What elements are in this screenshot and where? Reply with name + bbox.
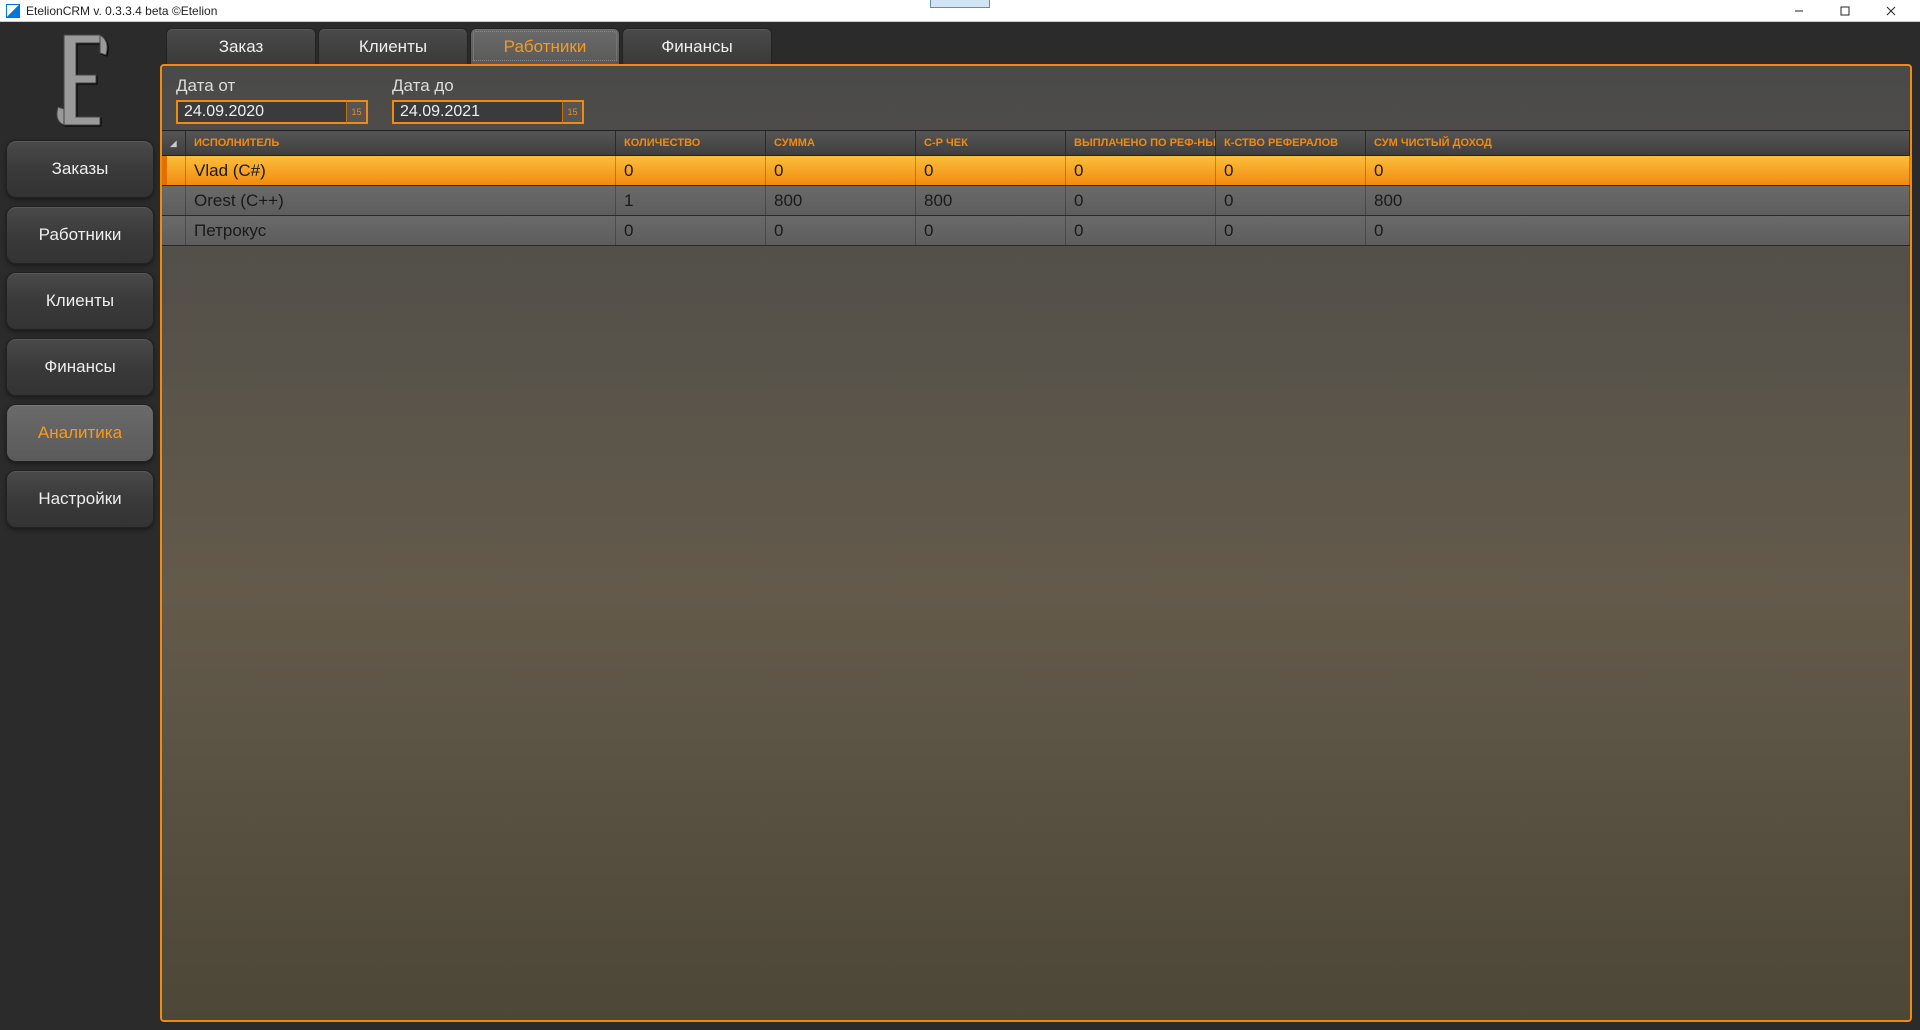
sidebar-item-analytics[interactable]: Аналитика: [6, 404, 154, 462]
cell-ref-count: 0: [1216, 156, 1366, 185]
row-expander: [162, 186, 186, 215]
maximize-button[interactable]: [1822, 0, 1868, 22]
cell-avg-check: 0: [916, 156, 1066, 185]
sidebar-item-label: Клиенты: [46, 291, 114, 311]
sidebar-item-label: Работники: [39, 225, 122, 245]
data-grid: ◢ ИСПОЛНИТЕЛЬ КОЛИЧЕСТВО СУММА С-Р ЧЕК В…: [162, 130, 1910, 1020]
date-filter-row: Дата от 15 Дата до 15: [162, 66, 1910, 130]
cell-net-income: 800: [1366, 186, 1910, 215]
col-performer[interactable]: ИСПОЛНИТЕЛЬ: [186, 131, 616, 155]
cell-paid-ref: 0: [1066, 156, 1216, 185]
table-row[interactable]: Orest (C++)180080000800: [162, 186, 1910, 216]
table-row[interactable]: Vlad (C#)000000: [162, 156, 1910, 186]
col-avg-check[interactable]: С-Р ЧЕК: [916, 131, 1066, 155]
tab-clients[interactable]: Клиенты: [318, 28, 468, 64]
col-paid-ref[interactable]: ВЫПЛАЧЕНО ПО РЕФ-НЫХ: [1066, 131, 1216, 155]
tab-label: Заказ: [219, 37, 264, 57]
calendar-day-badge: 15: [567, 107, 577, 117]
date-from-calendar-icon[interactable]: 15: [346, 100, 368, 124]
sidebar-item-workers[interactable]: Работники: [6, 206, 154, 264]
tab-workers[interactable]: Работники: [470, 28, 620, 64]
col-ref-count[interactable]: К-СТВО РЕФЕРАЛОВ: [1216, 131, 1366, 155]
cell-paid-ref: 0: [1066, 216, 1216, 245]
window-title: EtelionCRM v. 0.3.3.4 beta ©Etelion: [26, 4, 217, 18]
row-expander: [162, 216, 186, 245]
sidebar-item-finance[interactable]: Финансы: [6, 338, 154, 396]
tabstrip: Заказ Клиенты Работники Финансы: [160, 28, 1912, 64]
cell-avg-check: 800: [916, 186, 1066, 215]
cell-paid-ref: 0: [1066, 186, 1216, 215]
date-from-input[interactable]: [176, 100, 346, 124]
tab-label: Работники: [504, 37, 587, 57]
col-sum[interactable]: СУММА: [766, 131, 916, 155]
cell-sum: 800: [766, 186, 916, 215]
table-row[interactable]: Петрокус000000: [162, 216, 1910, 246]
cell-sum: 0: [766, 216, 916, 245]
calendar-day-badge: 15: [351, 107, 361, 117]
date-to-group: Дата до 15: [392, 76, 584, 124]
close-button[interactable]: [1868, 0, 1914, 22]
tab-label: Клиенты: [359, 37, 427, 57]
table-body: Vlad (C#)000000Orest (C++)180080000800Пе…: [162, 156, 1910, 246]
col-net-income[interactable]: СУМ ЧИСТЫЙ ДОХОД: [1366, 131, 1910, 155]
window-titlebar: EtelionCRM v. 0.3.3.4 beta ©Etelion: [0, 0, 1920, 22]
cell-avg-check: 0: [916, 216, 1066, 245]
sidebar: Заказы Работники Клиенты Финансы Аналити…: [0, 22, 160, 1030]
minimize-button[interactable]: [1776, 0, 1822, 22]
tab-order[interactable]: Заказ: [166, 28, 316, 64]
table-header-row: ◢ ИСПОЛНИТЕЛЬ КОЛИЧЕСТВО СУММА С-Р ЧЕК В…: [162, 130, 1910, 156]
cell-quantity: 0: [616, 216, 766, 245]
main-area: Заказ Клиенты Работники Финансы Дата от: [160, 22, 1920, 1030]
sidebar-item-orders[interactable]: Заказы: [6, 140, 154, 198]
cell-performer: Vlad (C#): [186, 156, 616, 185]
cell-ref-count: 0: [1216, 186, 1366, 215]
window-drag-handle[interactable]: [930, 0, 990, 8]
row-expander: [162, 156, 186, 185]
cell-quantity: 1: [616, 186, 766, 215]
date-from-group: Дата от 15: [176, 76, 368, 124]
tab-label: Финансы: [661, 37, 732, 57]
sidebar-item-label: Заказы: [52, 159, 109, 179]
col-quantity[interactable]: КОЛИЧЕСТВО: [616, 131, 766, 155]
cell-ref-count: 0: [1216, 216, 1366, 245]
expand-all-toggle[interactable]: ◢: [162, 131, 186, 155]
cell-net-income: 0: [1366, 216, 1910, 245]
app-logo: [0, 26, 160, 136]
cell-performer: Orest (C++): [186, 186, 616, 215]
sidebar-item-label: Настройки: [38, 489, 121, 509]
cell-net-income: 0: [1366, 156, 1910, 185]
cell-sum: 0: [766, 156, 916, 185]
sidebar-item-label: Аналитика: [38, 423, 122, 443]
date-to-input[interactable]: [392, 100, 562, 124]
date-to-label: Дата до: [392, 76, 584, 96]
app-body: Заказы Работники Клиенты Финансы Аналити…: [0, 22, 1920, 1030]
date-to-calendar-icon[interactable]: 15: [562, 100, 584, 124]
sidebar-item-clients[interactable]: Клиенты: [6, 272, 154, 330]
date-from-label: Дата от: [176, 76, 368, 96]
cell-quantity: 0: [616, 156, 766, 185]
content-panel: Дата от 15 Дата до 15: [160, 64, 1912, 1022]
tab-finance[interactable]: Финансы: [622, 28, 772, 64]
app-icon: [6, 4, 20, 18]
cell-performer: Петрокус: [186, 216, 616, 245]
sidebar-item-label: Финансы: [44, 357, 115, 377]
sidebar-item-settings[interactable]: Настройки: [6, 470, 154, 528]
